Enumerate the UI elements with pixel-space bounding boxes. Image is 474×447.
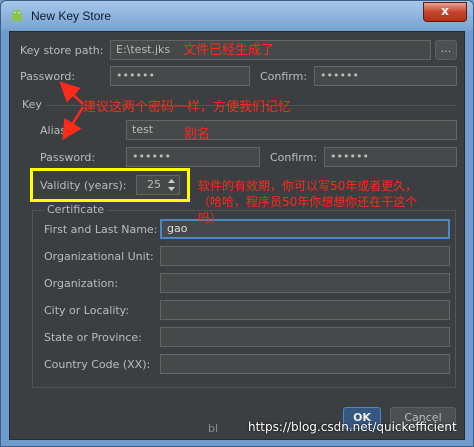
window-title: New Key Store bbox=[31, 9, 112, 23]
keystore-confirm-input[interactable]: •••••• bbox=[314, 66, 457, 86]
key-confirm-label: Confirm: bbox=[270, 151, 318, 164]
organization-label: Organization: bbox=[44, 277, 119, 290]
up-down-arrows-icon[interactable] bbox=[167, 177, 176, 193]
annotation-validity-note-3: 吗） bbox=[198, 211, 223, 225]
annotation-path-note: 文件已经生成了 bbox=[183, 43, 275, 58]
city-locality-label: City or Locality: bbox=[44, 304, 130, 317]
state-province-label: State or Province: bbox=[44, 331, 142, 344]
title-bar[interactable]: New Key Store x bbox=[1, 1, 473, 31]
organization-input[interactable] bbox=[160, 273, 450, 293]
watermark-fragment: bl bbox=[208, 422, 219, 435]
annotation-validity-note-1: 软件的有效期，你可以写50年或者更久， bbox=[198, 179, 418, 193]
validity-label: Validity (years): bbox=[40, 179, 127, 192]
country-code-label: Country Code (XX): bbox=[44, 358, 151, 371]
key-password-label: Password: bbox=[40, 151, 96, 164]
keystore-confirm-label: Confirm: bbox=[260, 70, 308, 83]
watermark-url: https://blog.csdn.net/quickefficient bbox=[248, 420, 457, 434]
keystore-password-label: Password: bbox=[20, 70, 76, 83]
keystore-path-label: Key store path: bbox=[20, 44, 104, 57]
first-last-name-label: First and Last Name: bbox=[44, 223, 158, 236]
annotation-validity-note-2: （哈哈，程序员50年你想想你还在干这个 bbox=[198, 195, 418, 209]
key-confirm-input[interactable]: •••••• bbox=[324, 147, 457, 167]
state-province-input[interactable] bbox=[160, 327, 450, 347]
android-icon bbox=[12, 9, 22, 21]
certificate-section-label: Certificate bbox=[44, 203, 108, 216]
dialog-window: New Key Store x Key store path: E:\test.… bbox=[0, 0, 474, 447]
alias-input[interactable]: test bbox=[126, 120, 457, 140]
browse-button[interactable]: ... bbox=[435, 40, 457, 60]
organizational-unit-label: Organizational Unit: bbox=[44, 250, 154, 263]
annotation-alias-note: 别名 bbox=[184, 127, 211, 142]
close-icon: x bbox=[441, 4, 449, 18]
key-section-label: Key bbox=[22, 98, 42, 111]
country-code-input[interactable] bbox=[160, 354, 450, 374]
organizational-unit-input[interactable] bbox=[160, 246, 450, 266]
dialog-content: Key store path: E:\test.jks ... Password… bbox=[9, 31, 465, 440]
close-button[interactable]: x bbox=[423, 2, 467, 22]
city-locality-input[interactable] bbox=[160, 300, 450, 320]
alias-label: Alias: bbox=[40, 124, 70, 137]
annotation-password-note: 建议这两个密码一样，方便我们记忆 bbox=[83, 100, 292, 115]
key-password-input[interactable]: •••••• bbox=[126, 147, 260, 167]
keystore-password-input[interactable]: •••••• bbox=[110, 66, 250, 86]
